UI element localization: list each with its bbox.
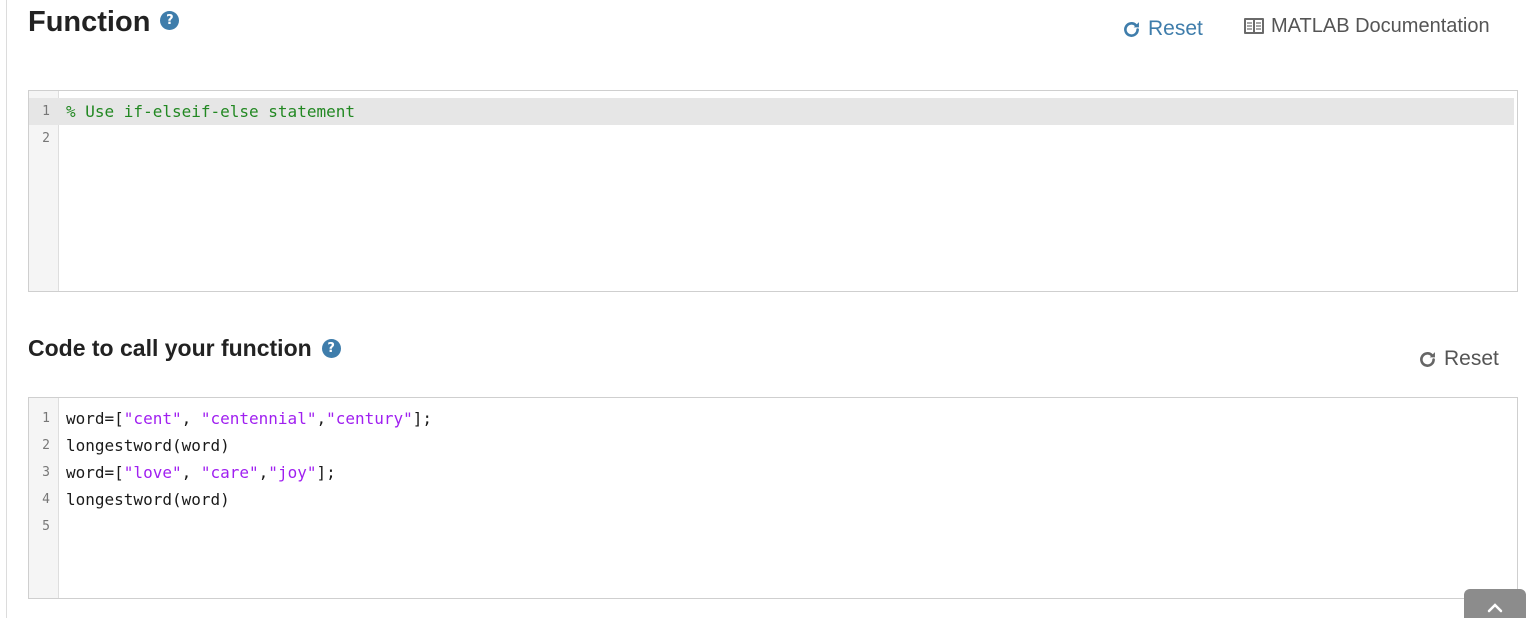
function-section-title: Function ? (28, 4, 180, 40)
code-text: longestword(word) (59, 436, 230, 455)
line-number: 2 (42, 438, 50, 453)
line-number: 1 (42, 104, 50, 119)
function-reset-button[interactable]: Reset (1121, 16, 1203, 42)
code-token: , (316, 409, 327, 428)
code-string: "joy" (268, 463, 317, 482)
code-text: longestword(word) (59, 490, 230, 509)
code-line[interactable]: 5 (29, 513, 1517, 540)
code-text: % Use if-elseif-else statement (59, 102, 355, 121)
line-number: 5 (42, 519, 50, 534)
code-token: longestword(word) (66, 490, 230, 509)
code-token: , (181, 463, 201, 482)
code-line[interactable]: 2 longestword(word) (29, 432, 1517, 459)
code-token: ]; (412, 409, 433, 428)
chevron-up-icon (1487, 603, 1503, 613)
code-string: "care" (200, 463, 259, 482)
code-line[interactable]: 2 (29, 125, 1517, 152)
line-number: 3 (42, 465, 50, 480)
code-token: longestword(word) (66, 436, 230, 455)
code-token: , (258, 463, 269, 482)
function-code-editor[interactable]: 1 % Use if-elseif-else statement 2 (28, 90, 1518, 292)
code-token: , (181, 409, 201, 428)
call-section-title: Code to call your function ? (28, 333, 341, 363)
code-text: word=["cent", "centennial","century"]; (59, 409, 432, 428)
call-code-lines: 1 word=["cent", "centennial","century"]; 2… (29, 405, 1517, 540)
code-string: "cent" (123, 409, 182, 428)
code-token: word=[ (66, 463, 124, 482)
refresh-icon (1420, 351, 1435, 367)
help-icon[interactable]: ? (321, 338, 341, 358)
call-reset-button[interactable]: Reset (1417, 346, 1499, 372)
code-token: ]; (316, 463, 336, 482)
page-left-border (6, 0, 7, 618)
line-number: 4 (42, 492, 50, 507)
scroll-to-top-button[interactable] (1464, 589, 1526, 618)
call-title-text: Code to call your function (28, 334, 312, 361)
matlab-documentation-link[interactable]: MATLAB Documentation (1243, 13, 1490, 39)
open-book-icon (1244, 18, 1264, 34)
call-code-editor[interactable]: 1 word=["cent", "centennial","century"]; 2… (28, 397, 1518, 599)
line-number: 2 (42, 131, 50, 146)
call-reset-label: Reset (1444, 347, 1499, 370)
code-token: word=[ (66, 409, 124, 428)
function-code-lines: 1 % Use if-elseif-else statement 2 (29, 98, 1517, 152)
function-reset-label: Reset (1148, 17, 1203, 40)
code-line[interactable]: 1 % Use if-elseif-else statement (29, 98, 1514, 125)
function-title-text: Function (28, 5, 151, 38)
code-string: "centennial" (200, 409, 317, 428)
code-line[interactable]: 3 word=["love", "care","joy"]; (29, 459, 1517, 486)
help-icon[interactable]: ? (160, 10, 180, 30)
code-string: "love" (123, 463, 182, 482)
code-line[interactable]: 1 word=["cent", "centennial","century"]; (29, 405, 1517, 432)
matlab-documentation-label: MATLAB Documentation (1271, 14, 1490, 37)
code-comment: % Use if-elseif-else statement (66, 102, 355, 121)
line-number: 1 (42, 411, 50, 426)
code-string: "century" (326, 409, 413, 428)
code-text: word=["love", "care","joy"]; (59, 463, 336, 482)
refresh-icon (1124, 21, 1139, 37)
code-line[interactable]: 4 longestword(word) (29, 486, 1517, 513)
